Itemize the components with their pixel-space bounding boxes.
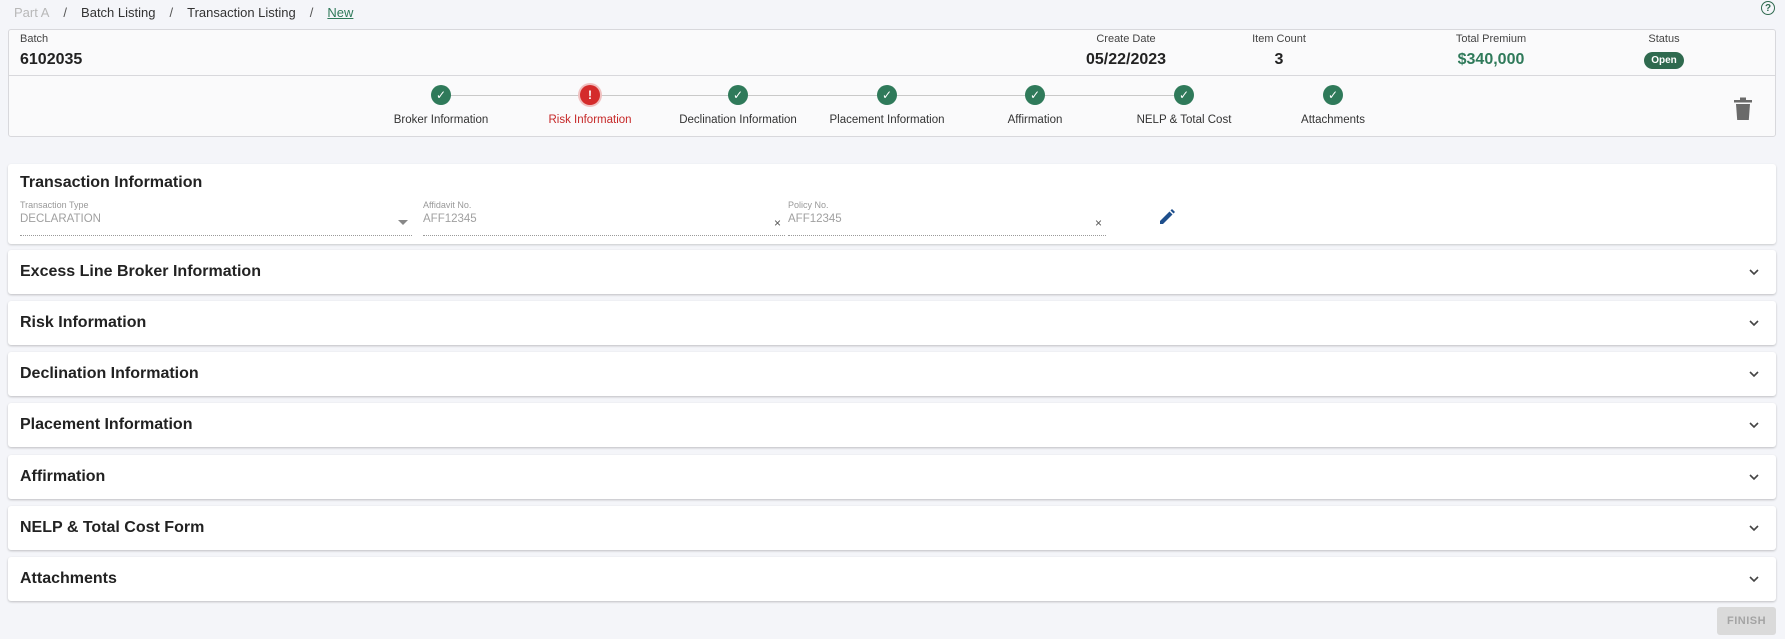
breadcrumb-separator: / <box>169 4 174 20</box>
step-label: Broker Information <box>393 114 489 126</box>
breadcrumb-separator: / <box>63 4 68 20</box>
step-affirmation[interactable]: ✓ Affirmation <box>960 85 1110 126</box>
breadcrumb: Part A / Batch Listing / Transaction Lis… <box>14 4 353 20</box>
affidavit-number-value: AFF12345 <box>423 213 477 225</box>
check-icon: ✓ <box>431 85 451 105</box>
total-premium-label: Total Premium <box>1455 33 1527 45</box>
clear-icon[interactable]: × <box>774 216 781 230</box>
step-placement-information[interactable]: ✓ Placement Information <box>812 85 962 126</box>
create-date-field: Create Date 05/22/2023 <box>1071 33 1181 69</box>
batch-number: 6102035 <box>20 51 83 68</box>
step-nelp-total-cost[interactable]: ✓ NELP & Total Cost <box>1109 85 1259 126</box>
item-count-field: Item Count 3 <box>1239 33 1319 69</box>
chevron-down-icon[interactable] <box>1748 522 1760 534</box>
total-premium-value: $340,000 <box>1457 51 1525 68</box>
section-excess-line-broker-information[interactable]: Excess Line Broker Information <box>8 250 1776 294</box>
create-date-value: 05/22/2023 <box>1085 51 1167 68</box>
section-risk-information[interactable]: Risk Information <box>8 301 1776 345</box>
check-icon: ✓ <box>877 85 897 105</box>
section-title: NELP & Total Cost Form <box>20 519 205 536</box>
step-label: Attachments <box>1301 114 1365 126</box>
transaction-type-select[interactable]: Transaction Type DECLARATION <box>20 200 412 236</box>
section-affirmation[interactable]: Affirmation <box>8 455 1776 499</box>
policy-number-field[interactable]: Policy No. AFF12345 × <box>788 200 1106 236</box>
status-field: Status Open <box>1629 33 1699 69</box>
status-badge: Open <box>1644 52 1684 69</box>
policy-number-value: AFF12345 <box>788 213 842 225</box>
breadcrumb-batch-listing[interactable]: Batch Listing <box>81 5 155 20</box>
chevron-down-icon[interactable] <box>1748 573 1760 585</box>
step-risk-information[interactable]: ! Risk Information <box>515 85 665 126</box>
step-label: Placement Information <box>829 114 945 126</box>
finish-button[interactable]: FINISH <box>1717 607 1776 635</box>
item-count-label: Item Count <box>1252 33 1306 45</box>
transaction-information-title: Transaction Information <box>20 174 203 191</box>
check-icon: ✓ <box>1025 85 1045 105</box>
pencil-icon[interactable] <box>1158 208 1176 226</box>
chevron-down-icon[interactable] <box>1748 368 1760 380</box>
help-icon[interactable]: ? <box>1761 1 1775 15</box>
section-title: Declination Information <box>20 365 199 382</box>
section-declination-information[interactable]: Declination Information <box>8 352 1776 396</box>
status-label: Status <box>1648 33 1680 45</box>
batch-label: Batch <box>20 33 49 45</box>
chevron-down-icon[interactable] <box>1748 419 1760 431</box>
policy-number-label: Policy No. <box>788 200 829 210</box>
breadcrumb-part-a: Part A <box>14 4 50 20</box>
clear-icon[interactable]: × <box>1095 216 1102 230</box>
transaction-type-label: Transaction Type <box>20 200 89 210</box>
step-label: Risk Information <box>548 114 632 126</box>
section-attachments[interactable]: Attachments <box>8 557 1776 601</box>
section-placement-information[interactable]: Placement Information <box>8 403 1776 447</box>
breadcrumb-separator: / <box>309 4 314 20</box>
transaction-type-value: DECLARATION <box>20 213 101 225</box>
check-icon: ✓ <box>1323 85 1343 105</box>
step-label: Affirmation <box>1007 114 1063 126</box>
step-broker-information[interactable]: ✓ Broker Information <box>366 85 516 126</box>
section-title: Placement Information <box>20 416 193 433</box>
chevron-down-icon[interactable] <box>1748 471 1760 483</box>
section-title: Affirmation <box>20 468 106 485</box>
breadcrumb-transaction-listing[interactable]: Transaction Listing <box>187 5 296 20</box>
chevron-down-icon[interactable] <box>1748 266 1760 278</box>
step-label: NELP & Total Cost <box>1136 114 1232 126</box>
item-count-value: 3 <box>1274 51 1284 68</box>
trash-icon[interactable] <box>1733 97 1753 121</box>
step-declination-information[interactable]: ✓ Declination Information <box>663 85 813 126</box>
progress-stepper: ✓ Broker Information ! Risk Information … <box>9 76 1775 136</box>
affidavit-number-label: Affidavit No. <box>423 200 472 210</box>
section-title: Attachments <box>20 570 117 587</box>
dropdown-arrow-icon[interactable] <box>398 220 408 225</box>
chevron-down-icon[interactable] <box>1748 317 1760 329</box>
check-icon: ✓ <box>728 85 748 105</box>
batch-field: Batch 6102035 <box>20 33 82 69</box>
section-nelp-total-cost-form[interactable]: NELP & Total Cost Form <box>8 506 1776 550</box>
total-premium-field: Total Premium $340,000 <box>1436 33 1546 69</box>
batch-summary-card: Batch 6102035 Create Date 05/22/2023 Ite… <box>8 29 1776 137</box>
breadcrumb-new[interactable]: New <box>327 5 353 20</box>
check-icon: ✓ <box>1174 85 1194 105</box>
transaction-information-card: Transaction Information Transaction Type… <box>8 164 1776 244</box>
create-date-label: Create Date <box>1096 33 1156 45</box>
error-icon: ! <box>580 85 600 105</box>
step-attachments[interactable]: ✓ Attachments <box>1258 85 1408 126</box>
step-label: Declination Information <box>679 114 797 126</box>
batch-summary-bar: Batch 6102035 Create Date 05/22/2023 Ite… <box>9 30 1775 76</box>
affidavit-number-field[interactable]: Affidavit No. AFF12345 × <box>423 200 785 236</box>
section-title: Risk Information <box>20 314 147 331</box>
section-title: Excess Line Broker Information <box>20 263 261 280</box>
